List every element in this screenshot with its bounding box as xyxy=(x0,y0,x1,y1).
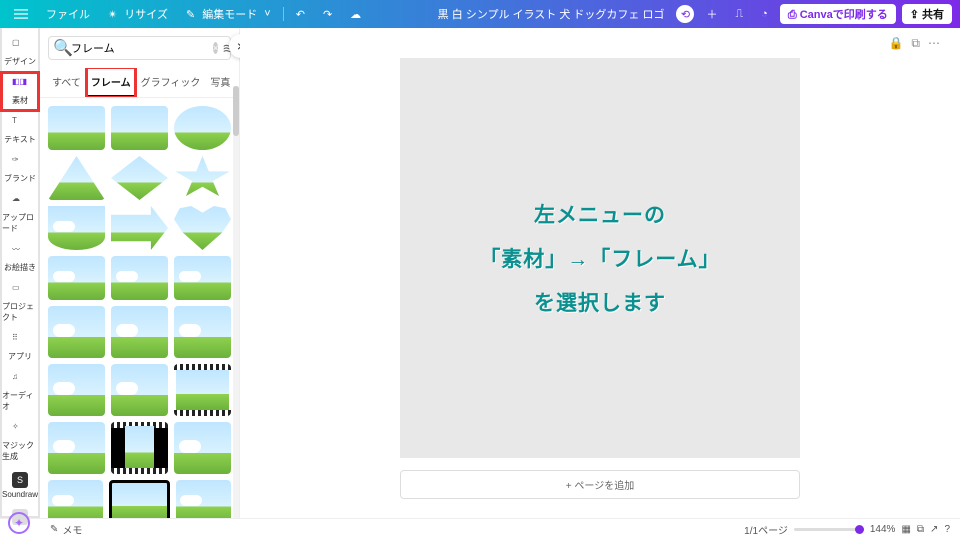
frame-item[interactable] xyxy=(174,156,231,200)
clear-search-button[interactable]: × xyxy=(213,42,218,54)
sidebar-item-elements[interactable]: ◧◨素材 xyxy=(2,73,38,110)
frame-item[interactable] xyxy=(48,480,103,518)
sidebar-item-projects[interactable]: ▭プロジェクト xyxy=(2,279,38,327)
sidebar-item-upload[interactable]: ☁アップロード xyxy=(2,190,38,238)
duplicate-icon[interactable]: ⧉ xyxy=(911,36,920,51)
instruction-text: 左メニューの xyxy=(534,199,666,229)
help-icon[interactable]: ? xyxy=(944,524,950,535)
hamburger-icon[interactable] xyxy=(8,5,34,23)
sidebar-item-apps[interactable]: ⠿アプリ xyxy=(2,329,38,366)
elements-panel: × 🔍 × ≋ すべて フレーム グラフィック 写真 動画 › xyxy=(40,28,240,518)
add-page-button[interactable]: + ページを追加 xyxy=(400,470,800,499)
frame-item[interactable] xyxy=(111,306,168,358)
thumbnail-view-icon[interactable]: ⧉ xyxy=(917,524,924,535)
frame-item[interactable] xyxy=(176,480,231,518)
resize-button[interactable]: ✴ リサイズ xyxy=(102,4,174,24)
top-bar: ファイル ✴ リサイズ ✎ 編集モード ˅ ↶ ↷ ☁ 黒 白 シンプル イラス… xyxy=(0,0,960,28)
frame-item[interactable] xyxy=(111,364,168,416)
bottom-bar: ✦ ✎メモ 1/1ページ 144% ▦ ⧉ ↗ ? xyxy=(0,518,960,540)
panel-scrollbar[interactable] xyxy=(233,98,239,518)
frame-item[interactable] xyxy=(48,364,105,416)
frame-item[interactable] xyxy=(174,306,231,358)
frame-item[interactable] xyxy=(111,256,168,300)
left-rail: ▢デザイン ◧◨素材 Tテキスト ✑ブランド ☁アップロード 〰お絵描き ▭プロ… xyxy=(0,28,40,518)
sidebar-item-draw[interactable]: 〰お絵描き xyxy=(2,240,38,277)
frame-item[interactable] xyxy=(48,256,105,300)
sidebar-item-text[interactable]: Tテキスト xyxy=(2,112,38,149)
frame-item[interactable] xyxy=(174,206,231,250)
frame-item[interactable] xyxy=(174,422,231,474)
sidebar-item-brand[interactable]: ✑ブランド xyxy=(2,151,38,188)
sidebar-item-magic[interactable]: ✧マジック生成 xyxy=(2,418,38,466)
frame-item[interactable] xyxy=(174,364,231,416)
grid-view-icon[interactable]: ▦ xyxy=(901,524,910,535)
frame-item[interactable] xyxy=(174,106,231,150)
tab-all[interactable]: すべて xyxy=(48,68,85,97)
page-nav[interactable]: 1/1ページ 144% ▦ ⧉ ↗ ? xyxy=(744,522,950,537)
file-menu[interactable]: ファイル xyxy=(40,4,96,24)
instruction-text: を選択します xyxy=(534,287,666,317)
sidebar-item-audio[interactable]: ♫オーディオ xyxy=(2,368,38,416)
tab-frame[interactable]: フレーム xyxy=(87,68,135,97)
panel-tabs: すべて フレーム グラフィック 写真 動画 › xyxy=(40,68,239,98)
delete-icon[interactable]: ⋯ xyxy=(928,36,940,50)
instruction-text: 「素材」→「フレーム」 xyxy=(479,243,720,273)
search-box[interactable]: 🔍 × ≋ xyxy=(48,36,231,60)
frame-item[interactable] xyxy=(174,256,231,300)
add-button[interactable]: ＋ xyxy=(700,4,723,24)
redo-button[interactable]: ↷ xyxy=(317,6,338,23)
frame-item[interactable] xyxy=(111,422,168,474)
frame-item[interactable] xyxy=(111,206,168,250)
frame-item[interactable] xyxy=(48,106,105,150)
zoom-slider[interactable] xyxy=(794,528,864,531)
tab-photo[interactable]: 写真 xyxy=(206,68,234,97)
search-input[interactable] xyxy=(71,42,213,54)
tab-graphic[interactable]: グラフィック xyxy=(137,68,205,97)
lock-icon[interactable]: 🔒 xyxy=(888,36,903,50)
canvas-area: 🔒 ⧉ ⋯ 左メニューの 「素材」→「フレーム」 を選択します + ページを追加 xyxy=(240,28,960,518)
frame-item[interactable] xyxy=(48,422,105,474)
search-icon: 🔍 xyxy=(53,38,67,58)
project-title[interactable]: 黒 白 シンプル イラスト 犬 ドッグカフェ ロゴ xyxy=(432,4,671,24)
chevron-down-icon: ˅ xyxy=(264,8,270,20)
frame-item[interactable] xyxy=(48,206,105,250)
sidebar-item-design[interactable]: ▢デザイン xyxy=(2,34,38,71)
magic-button[interactable]: ✦ xyxy=(8,512,30,534)
edit-mode-menu[interactable]: ✎ 編集モード ˅ xyxy=(180,4,277,24)
design-canvas[interactable]: 左メニューの 「素材」→「フレーム」 を選択します xyxy=(400,58,800,458)
page-indicator: 1/1ページ xyxy=(744,522,788,537)
sidebar-item-soundraw[interactable]: SSoundraw xyxy=(2,468,38,503)
notes-button[interactable]: メモ xyxy=(62,522,82,537)
present-icon[interactable]: ↗ xyxy=(930,524,938,535)
frames-grid xyxy=(40,98,239,518)
zoom-value[interactable]: 144% xyxy=(870,524,896,535)
undo-button[interactable]: ↶ xyxy=(290,6,311,23)
cloud-sync-icon[interactable]: ☁ xyxy=(344,6,367,23)
frame-item[interactable] xyxy=(111,156,168,200)
frame-item[interactable] xyxy=(48,156,105,200)
frame-item[interactable] xyxy=(109,480,170,518)
collaborators-button[interactable]: ⟲ xyxy=(676,5,694,23)
share-button[interactable]: ⇪ 共有 xyxy=(902,4,952,24)
frame-item[interactable] xyxy=(111,106,168,150)
comment-icon[interactable]: ◔ xyxy=(755,6,774,22)
analytics-icon[interactable]: ⎍ xyxy=(729,6,749,23)
frame-item[interactable] xyxy=(48,306,105,358)
print-with-canva-button[interactable]: ⎙ Canvaで印刷する xyxy=(780,4,896,24)
